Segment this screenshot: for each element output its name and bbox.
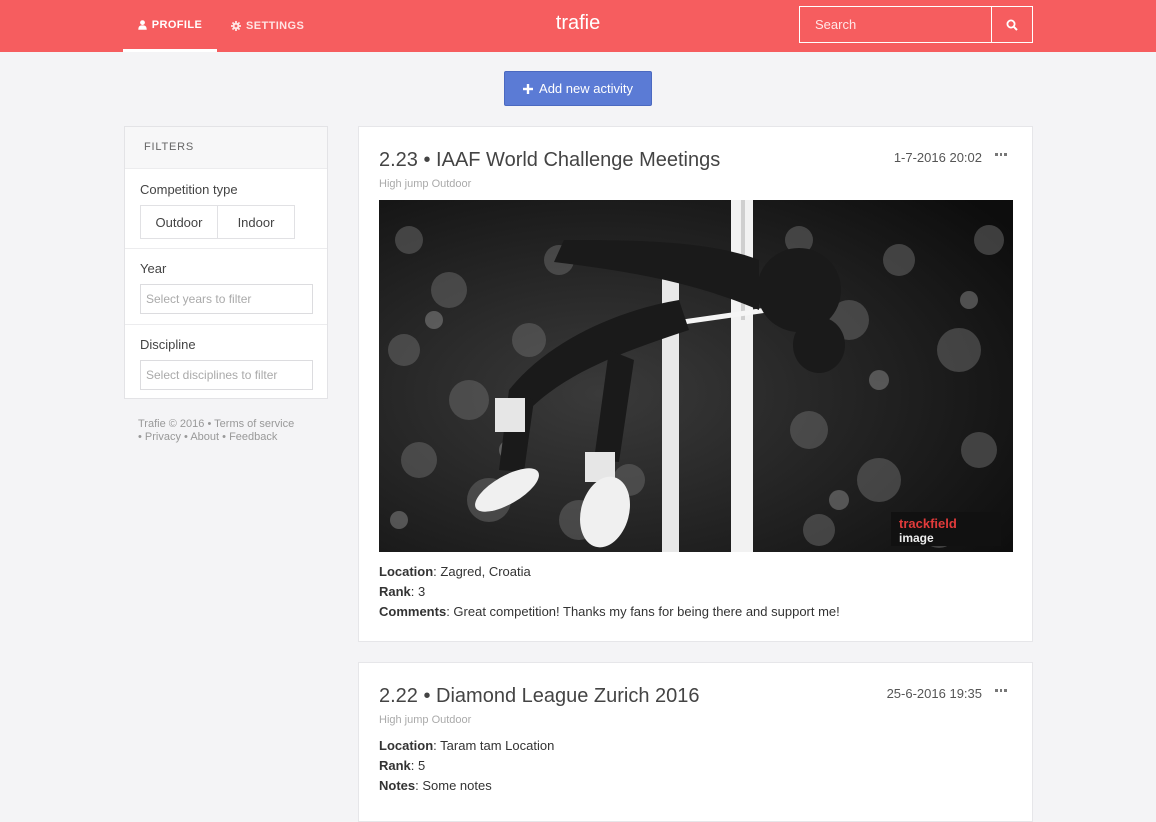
discipline-label: Discipline: [140, 337, 196, 352]
competition-type-filter: Competition type Outdoor Indoor: [125, 169, 327, 249]
year-filter: Year: [125, 249, 327, 325]
search-box: [799, 6, 1033, 43]
year-label: Year: [140, 261, 167, 276]
search-icon: [1006, 19, 1018, 31]
comments-value: Great competition! Thanks my fans for be…: [453, 604, 840, 619]
search-button[interactable]: [991, 7, 1032, 42]
rank-row: Rank: 5: [379, 758, 426, 773]
add-activity-label: Add new activity: [539, 81, 633, 96]
activity-title[interactable]: 2.22 • Diamond League Zurich 2016: [379, 685, 700, 708]
discipline-filter: Discipline: [125, 325, 327, 398]
copyright-text: Trafie © 2016: [138, 418, 205, 430]
notes-value: Some notes: [422, 778, 492, 793]
sidebar-footer: Trafie © 2016 • Terms of service • Priva…: [138, 418, 295, 443]
activity-date: 1-7-2016 20:02: [893, 150, 982, 165]
activity-subtitle: High jump Outdoor: [379, 714, 472, 726]
add-activity-button[interactable]: Add new activity: [504, 71, 652, 106]
location-value: Taram tam Location: [440, 738, 555, 753]
user-icon: [138, 20, 147, 30]
more-options-icon[interactable]: [995, 689, 1008, 695]
activity-details: Location: Zagred, Croatia Rank: 3 Commen…: [379, 562, 840, 622]
terms-link[interactable]: Terms of service: [214, 418, 294, 430]
gear-icon: [231, 21, 241, 31]
tab-profile-label: PROFILE: [151, 19, 203, 31]
discipline-select-input[interactable]: [140, 360, 313, 390]
activity-date: 25-6-2016 19:35: [886, 686, 982, 701]
tab-settings-label: SETTINGS: [246, 20, 305, 32]
location-row: Location: Taram tam Location: [379, 738, 555, 753]
activity-card: 2.23 • IAAF World Challenge Meetings Hig…: [358, 126, 1033, 642]
about-link[interactable]: About: [190, 431, 219, 443]
activity-subtitle: High jump Outdoor: [379, 178, 472, 190]
activity-title[interactable]: 2.23 • IAAF World Challenge Meetings: [379, 149, 720, 172]
brand-logo[interactable]: trafie: [556, 12, 600, 34]
year-select-input[interactable]: [140, 284, 313, 314]
feedback-link[interactable]: Feedback: [229, 431, 277, 443]
rank-value: 3: [418, 584, 426, 599]
filters-header: FILTERS: [125, 127, 327, 169]
outdoor-option[interactable]: Outdoor: [141, 206, 217, 238]
svg-text:trackfield: trackfield: [899, 516, 957, 531]
activity-details: Location: Taram tam Location Rank: 5 Not…: [379, 736, 554, 796]
comments-row: Comments: Great competition! Thanks my f…: [379, 604, 840, 619]
indoor-option[interactable]: Indoor: [217, 206, 294, 238]
search-input[interactable]: [800, 7, 991, 42]
top-navbar: PROFILE SETTINGS trafie: [0, 0, 1156, 52]
plus-icon: [523, 83, 534, 94]
notes-row: Notes: Some notes: [379, 778, 492, 793]
privacy-link[interactable]: Privacy: [145, 431, 181, 443]
rank-row: Rank: 3: [379, 584, 426, 599]
tab-settings[interactable]: SETTINGS: [231, 0, 304, 52]
rank-value: 5: [418, 758, 426, 773]
tab-profile[interactable]: PROFILE: [123, 0, 217, 52]
activity-card: 2.22 • Diamond League Zurich 2016 High j…: [358, 662, 1033, 822]
more-options-icon[interactable]: [995, 153, 1008, 159]
location-row: Location: Zagred, Croatia: [379, 564, 531, 579]
filters-panel: FILTERS Competition type Outdoor Indoor …: [124, 126, 328, 399]
competition-type-toggle: Outdoor Indoor: [140, 205, 295, 239]
svg-text:image: image: [899, 531, 934, 545]
competition-type-label: Competition type: [140, 182, 238, 197]
location-value: Zagred, Croatia: [440, 564, 531, 579]
activity-photo: trackfield image: [379, 200, 1013, 552]
